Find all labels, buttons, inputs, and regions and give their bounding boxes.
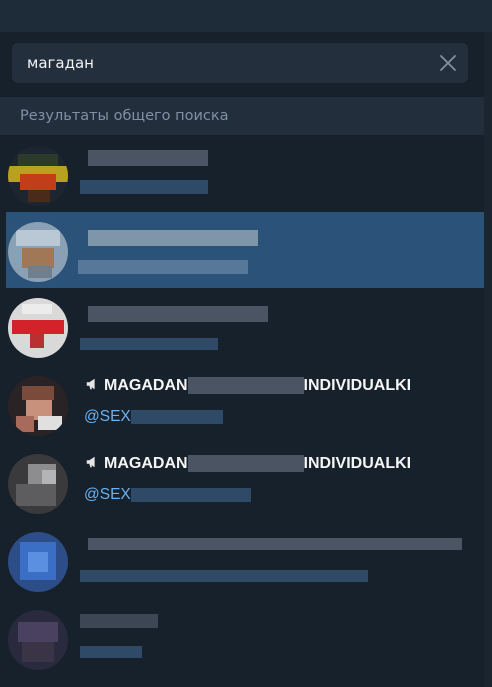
avatar — [8, 376, 68, 436]
blurred-title-part — [187, 377, 304, 395]
search-input[interactable] — [12, 43, 422, 83]
result-username: @SEX — [84, 408, 223, 426]
top-bar — [0, 0, 492, 32]
list-item-selected[interactable] — [6, 212, 484, 288]
avatar — [8, 610, 68, 670]
megaphone-icon — [86, 456, 95, 468]
blurred-subtitle — [80, 646, 142, 658]
list-item[interactable]: MAGADAN INDIVIDUALKI @SEX — [0, 444, 484, 520]
avatar — [8, 532, 68, 592]
list-item[interactable] — [0, 136, 484, 212]
avatar — [8, 146, 68, 206]
close-icon[interactable] — [438, 53, 458, 73]
megaphone-icon — [86, 378, 95, 390]
section-header-global-search: Результаты общего поиска — [0, 97, 492, 135]
search-area — [0, 32, 492, 96]
avatar — [8, 298, 68, 358]
list-item[interactable] — [0, 600, 484, 676]
list-item[interactable]: MAGADAN INDIVIDUALKI @SEX — [0, 366, 484, 442]
list-item[interactable] — [0, 522, 484, 598]
blurred-subtitle — [80, 338, 218, 350]
blurred-title-part — [187, 455, 304, 473]
avatar — [8, 454, 68, 514]
avatar — [8, 222, 68, 282]
blurred-username-part — [130, 409, 223, 424]
result-username: @SEX — [84, 486, 251, 504]
blurred-title — [80, 614, 158, 628]
blurred-subtitle — [80, 180, 208, 194]
blurred-username-part — [130, 487, 251, 502]
blurred-subtitle — [78, 260, 248, 274]
list-item[interactable] — [0, 288, 484, 364]
scrollbar-track[interactable] — [484, 32, 492, 687]
result-title: MAGADAN INDIVIDUALKI — [84, 377, 411, 395]
blurred-title — [88, 150, 208, 166]
blurred-title — [88, 538, 462, 550]
blurred-subtitle — [80, 570, 368, 582]
search-box[interactable] — [12, 43, 468, 83]
blurred-title — [88, 230, 258, 246]
blurred-title — [88, 306, 268, 322]
result-title: MAGADAN INDIVIDUALKI — [84, 455, 411, 473]
